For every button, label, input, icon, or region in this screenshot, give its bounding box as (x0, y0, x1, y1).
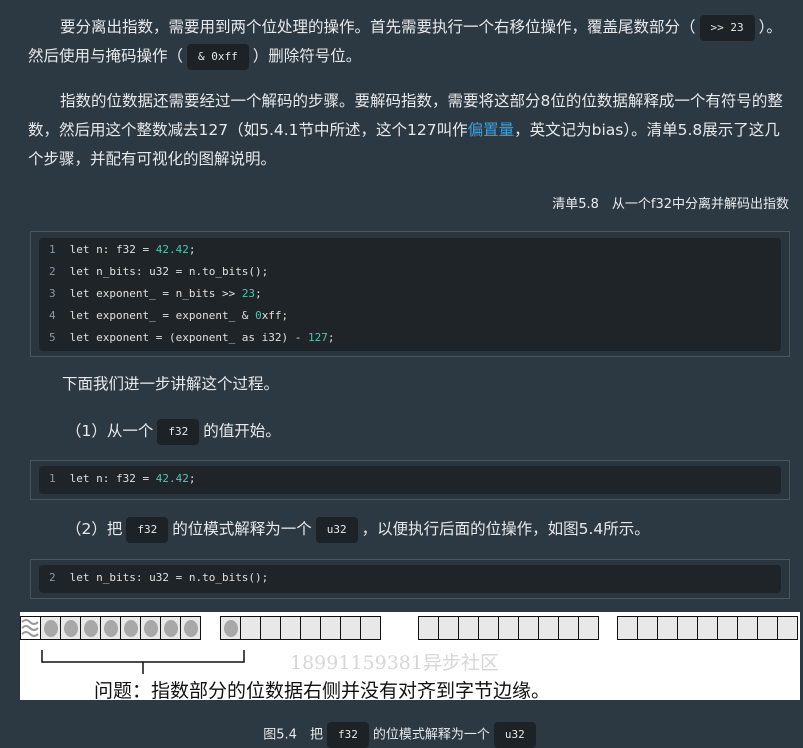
step1-text-2: 的值开始。 (203, 422, 281, 440)
inline-code-shift: >> 23 (699, 14, 755, 41)
code-text: let n_bits: u32 = n.to_bits(); (69, 265, 269, 278)
code-block: 1 let n: f32 = 42.42; (39, 466, 781, 494)
figcap-text-1: 图5.4 把 (263, 727, 323, 743)
code-text: let exponent = (exponent_ as i32) - (69, 331, 309, 344)
figcap-text-2: 的位模式解释为一个 (372, 727, 490, 743)
code-text: ; (327, 331, 335, 344)
paragraph-1: 要分离出指数，需要用到两个位处理的操作。首先需要执行一个右移位操作，覆盖尾数部分… (28, 13, 788, 71)
code-text: let n: f32 = (69, 243, 156, 256)
line-number: 1 (49, 472, 56, 485)
step2-code-box: 2 let n_bits: u32 = n.to_bits(); (30, 559, 790, 599)
code-number: 23 (241, 287, 256, 300)
line-number: 4 (49, 309, 56, 322)
para1-text-3: ）删除符号位。 (252, 47, 362, 65)
inline-code-mask: & 0xff (187, 43, 249, 70)
inline-code-f32: f32 (157, 418, 200, 445)
step2-text-1: （2）把 (66, 520, 123, 538)
listing-caption: 清单5.8 从一个f32中分离并解码出指数 (552, 197, 789, 212)
watermark: 18991159381异步社区 (290, 652, 499, 674)
line-number: 3 (49, 287, 56, 300)
code-text: ; (255, 287, 262, 300)
step1-text-1: （1）从一个 (66, 422, 154, 440)
code-line: 3 let exponent_ = n_bits >> 23; (39, 283, 781, 305)
inline-code-f32: f32 (126, 516, 169, 543)
code-line: 1 let n: f32 = 42.42; (39, 239, 781, 261)
code-block: 2 let n_bits: u32 = n.to_bits(); (39, 565, 781, 593)
code-text: let exponent_ = n_bits >> (69, 287, 242, 300)
inline-code-u32: u32 (493, 722, 536, 748)
bias-link[interactable]: 偏置量 (468, 121, 515, 139)
code-text: let n: f32 = (69, 472, 156, 485)
problem-text: 问题：指数部分的位数据右侧并没有对齐到字节边缘。 (94, 680, 551, 702)
step2-text-2: 的位模式解释为一个 (172, 520, 312, 538)
code-text: ; (188, 472, 196, 485)
code-block: 1 let n: f32 = 42.42; 2 let n_bits: u32 … (39, 238, 781, 351)
code-text: let exponent_ = exponent_ & (69, 309, 256, 322)
listing-code-box: 1 let n: f32 = 42.42; 2 let n_bits: u32 … (30, 231, 790, 357)
step-2: （2）把 f32 的位模式解释为一个 u32 ，以便执行后面的位操作，如图5.4所示。 (66, 515, 650, 544)
line-number: 5 (49, 331, 56, 344)
intro-text: 下面我们进一步讲解这个过程。 (62, 375, 280, 393)
code-number: 0 (255, 309, 262, 322)
inline-code-f32: f32 (326, 722, 369, 748)
code-line: 4 let exponent_ = exponent_ & 0xff; (39, 305, 781, 327)
para1-text-1: 要分离出指数，需要用到两个位处理的操作。首先需要执行一个右移位操作，覆盖尾数部分… (60, 18, 696, 36)
step-1: （1）从一个 f32 的值开始。 (66, 417, 281, 446)
code-number: 42.42 (155, 472, 189, 485)
code-text: let n_bits: u32 = n.to_bits(); (69, 571, 269, 584)
code-number: 127 (308, 331, 328, 344)
code-line: 5 let exponent = (exponent_ as i32) - 12… (39, 327, 781, 349)
code-line: 2 let n_bits: u32 = n.to_bits(); (39, 567, 781, 589)
code-text: ; (188, 243, 196, 256)
code-number: 42.42 (155, 243, 189, 256)
line-number: 1 (49, 243, 56, 256)
inline-code-u32: u32 (315, 516, 358, 543)
code-line: 2 let n_bits: u32 = n.to_bits(); (39, 261, 781, 283)
step2-text-3: ，以便执行后面的位操作，如图5.4所示。 (361, 520, 650, 538)
line-number: 2 (49, 265, 56, 278)
code-text: xff; (261, 309, 289, 322)
figure-caption: 图5.4 把 f32 的位模式解释为一个 u32 (0, 722, 803, 748)
code-line: 1 let n: f32 = 42.42; (39, 468, 781, 490)
paragraph-2: 指数的位数据还需要经过一个解码的步骤。要解码指数，需要将这部分8位的位数据解释成… (28, 87, 788, 174)
step1-code-box: 1 let n: f32 = 42.42; (30, 460, 790, 500)
bit-layout-figure: 18991159381异步社区 问题：指数部分的位数据右侧并没有对齐到字节边缘。 (20, 612, 800, 702)
line-number: 2 (49, 571, 56, 584)
